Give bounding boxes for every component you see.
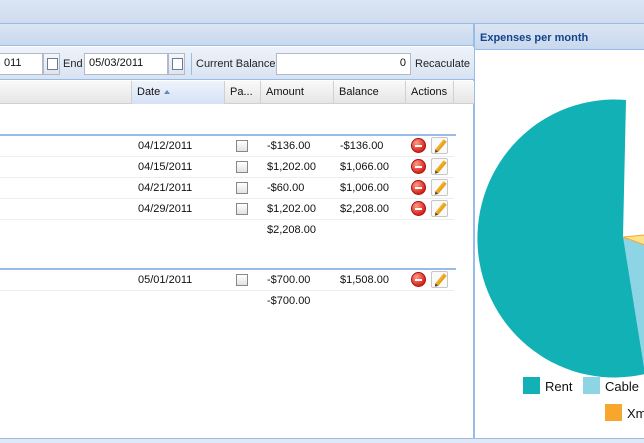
table-row[interactable]: 04/12/2011 -$136.00 -$136.00: [0, 136, 454, 157]
table-row[interactable]: 05/01/2011 -$700.00 $1,508.00: [0, 270, 454, 291]
edit-pencil-icon[interactable]: [431, 200, 448, 217]
column-header-balance[interactable]: Balance: [334, 81, 406, 104]
legend-swatch-xmas: [605, 404, 622, 421]
start-date-calendar-icon[interactable]: [43, 53, 60, 75]
row-balance: $1,066.00: [340, 161, 389, 173]
row-date: 04/21/2011: [138, 182, 193, 194]
row-balance: $2,208.00: [340, 203, 389, 215]
toolbar-separator: [191, 53, 192, 75]
legend-swatch-cable: [583, 377, 600, 394]
column-header-date-label: Date: [137, 86, 161, 98]
expenses-chart-panel: Expenses per month Rent Cable Xm: [474, 24, 644, 438]
grid-column-headers: Date Pa... Amount Balance Actions: [0, 81, 474, 104]
row-balance: $1,508.00: [340, 274, 389, 286]
edit-pencil-icon[interactable]: [431, 158, 448, 175]
current-balance-label: Current Balance: [196, 58, 276, 70]
row-amount: -$136.00: [267, 140, 311, 152]
edit-pencil-icon[interactable]: [431, 271, 448, 288]
pie-slice-rent[interactable]: [477, 99, 644, 378]
paid-checkbox[interactable]: [236, 161, 248, 173]
end-date-label: End: [63, 58, 83, 70]
end-date-calendar-icon[interactable]: [168, 53, 185, 75]
column-header-amount[interactable]: Amount: [261, 81, 334, 104]
pie-slices[interactable]: [477, 99, 644, 378]
paid-checkbox[interactable]: [236, 203, 248, 215]
recalculate-button[interactable]: Recaculate: [415, 58, 470, 70]
paid-checkbox[interactable]: [236, 182, 248, 194]
legend-label-rent: Rent: [545, 379, 573, 394]
column-header-description[interactable]: [0, 81, 132, 104]
legend-label-cable: Cable: [605, 379, 639, 394]
delete-icon[interactable]: [411, 138, 426, 153]
delete-icon[interactable]: [411, 159, 426, 174]
row-date: 04/29/2011: [138, 203, 193, 215]
transactions-grid-panel: 011 End 05/03/2011 Current Balance 0 Rec…: [0, 24, 474, 438]
grid-panel-header: [0, 24, 473, 46]
start-date-field[interactable]: 011: [0, 53, 43, 75]
legend-swatch-rent: [523, 377, 540, 394]
column-header-date[interactable]: Date: [132, 81, 225, 104]
table-row[interactable]: 04/15/2011 $1,202.00 $1,066.00: [0, 157, 454, 178]
chart-panel-title: Expenses per month: [475, 24, 644, 50]
delete-icon[interactable]: [411, 201, 426, 216]
row-amount: -$60.00: [267, 182, 305, 194]
table-row[interactable]: 04/21/2011 -$60.00 $1,006.00: [0, 178, 454, 199]
column-header-actions[interactable]: Actions: [406, 81, 454, 104]
legend-label-xmas: Xm: [627, 406, 644, 421]
row-amount: -$700.00: [267, 274, 311, 286]
bottom-border: [0, 438, 644, 443]
group-summary-amount: $2,208.00: [267, 224, 316, 236]
row-date: 05/01/2011: [138, 274, 193, 286]
row-date: 04/12/2011: [138, 140, 193, 152]
filter-toolbar: 011 End 05/03/2011 Current Balance 0 Rec…: [0, 47, 474, 80]
delete-icon[interactable]: [411, 272, 426, 287]
window-top-bar: [0, 0, 644, 24]
paid-checkbox[interactable]: [236, 274, 248, 286]
edit-pencil-icon[interactable]: [431, 137, 448, 154]
sort-ascending-icon: [164, 90, 171, 94]
delete-icon[interactable]: [411, 180, 426, 195]
row-date: 04/15/2011: [138, 161, 193, 173]
end-date-field[interactable]: 05/03/2011: [84, 53, 168, 75]
column-header-paid[interactable]: Pa...: [225, 81, 261, 104]
edit-pencil-icon[interactable]: [431, 179, 448, 196]
group-summary-amount: -$700.00: [267, 295, 311, 307]
current-balance-field[interactable]: 0: [276, 53, 411, 75]
table-row[interactable]: 04/29/2011 $1,202.00 $2,208.00: [0, 199, 454, 220]
row-balance: -$136.00: [340, 140, 384, 152]
row-amount: $1,202.00: [267, 161, 316, 173]
row-balance: $1,006.00: [340, 182, 389, 194]
paid-checkbox[interactable]: [236, 140, 248, 152]
row-amount: $1,202.00: [267, 203, 316, 215]
